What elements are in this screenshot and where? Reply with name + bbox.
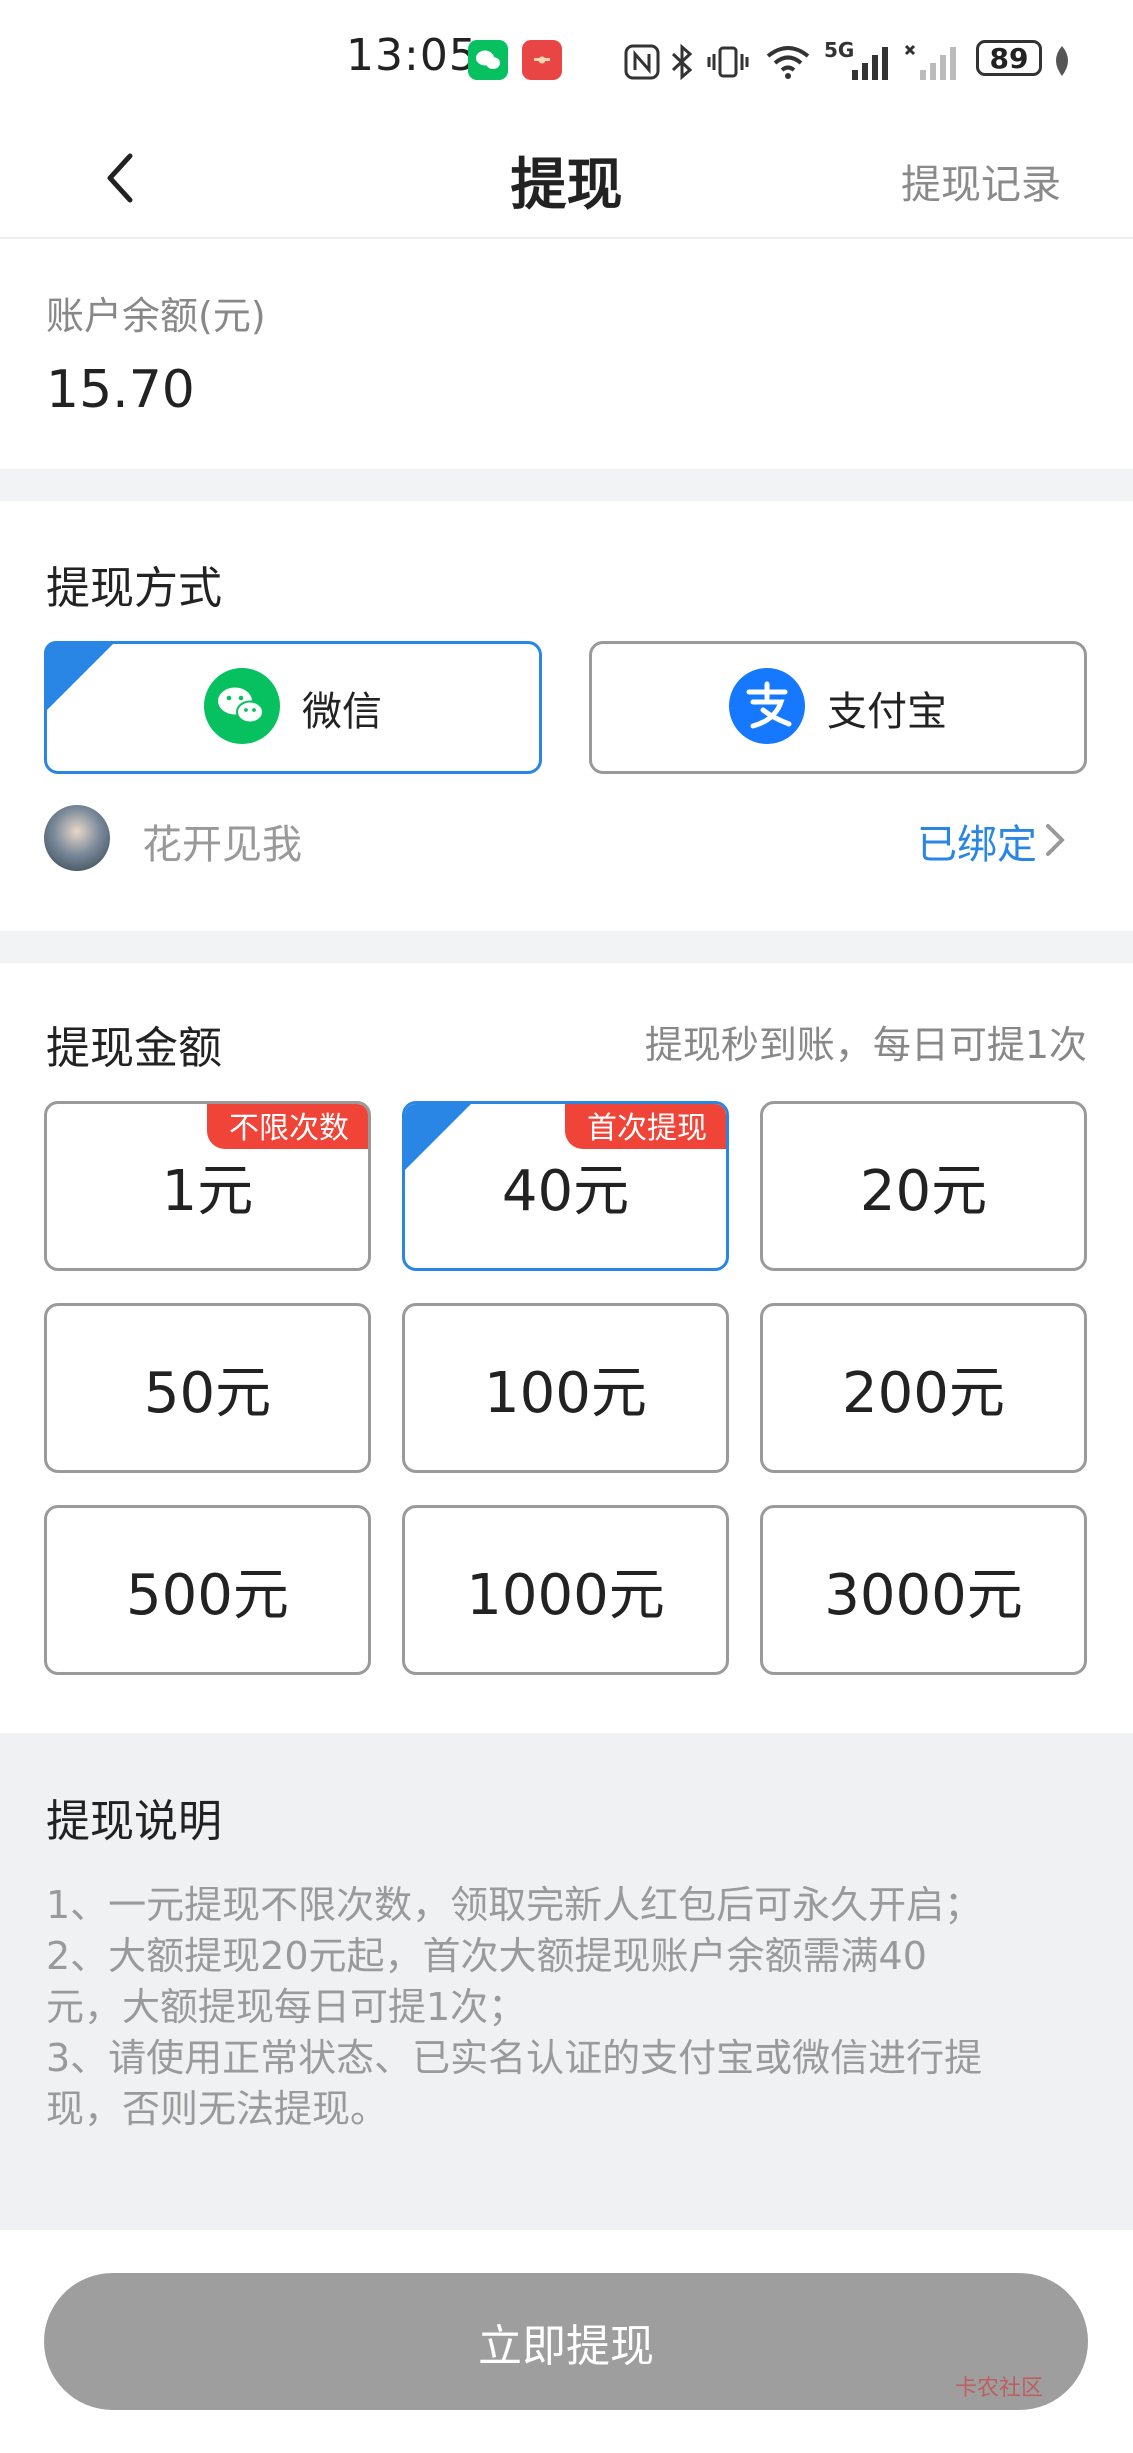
bound-status-link[interactable]: 已绑定	[917, 812, 1037, 870]
status-bar	[0, 0, 1133, 125]
explanation-line: 3、请使用正常状态、已实名认证的支付宝或微信进行提	[46, 2036, 983, 2080]
explanation-title: 提现说明	[46, 1796, 222, 1847]
amount-option-1[interactable]: 不限次数 1元	[44, 1101, 371, 1271]
amount-value: 1000元	[466, 1562, 665, 1628]
check-icon	[408, 1172, 445, 1209]
method-title: 提现方式	[46, 563, 222, 614]
explanation-line: 元，大额提现每日可提1次；	[46, 1985, 527, 2029]
amount-value: 20元	[859, 1158, 988, 1224]
status-time: 13:05	[346, 30, 478, 81]
selected-corner	[44, 641, 116, 749]
amount-option-40[interactable]: 首次提现 40元	[402, 1101, 729, 1271]
withdraw-records-link[interactable]: 提现记录	[901, 152, 1061, 210]
signal-2-icon	[904, 42, 962, 86]
explanation-line: 2、大额提现20元起，首次大额提现账户余额需满40	[46, 1934, 927, 1978]
signal-icon	[850, 42, 894, 86]
method-wechat-option[interactable]: 微信	[44, 641, 542, 774]
watermark: 卡农社区	[955, 2376, 1044, 2401]
amount-value: 50元	[143, 1360, 272, 1426]
method-alipay-label: 支付宝	[827, 688, 947, 735]
explanation-text: 1、一元提现不限次数，领取完新人红包后可永久开启； 2、大额提现20元起，首次大…	[46, 1880, 1086, 2135]
explanation-line: 1、一元提现不限次数，领取完新人红包后可永久开启；	[46, 1883, 983, 1927]
wechat-icon	[204, 667, 280, 748]
amount-option-20[interactable]: 20元	[760, 1101, 1087, 1271]
chevron-right-icon[interactable]	[1040, 820, 1070, 860]
wechat-notification-icon	[468, 40, 508, 80]
check-icon	[50, 712, 87, 749]
amount-hint: 提现秒到账，每日可提1次	[644, 1023, 1087, 1067]
balance-label: 账户余额(元)	[46, 294, 266, 338]
alipay-icon	[729, 667, 805, 748]
amount-tag: 不限次数	[207, 1104, 368, 1149]
battery-saver-leaf-icon	[1050, 44, 1074, 82]
amount-option-200[interactable]: 200元	[760, 1303, 1087, 1473]
amount-option-500[interactable]: 500元	[44, 1505, 371, 1675]
amount-value: 200元	[842, 1360, 1005, 1426]
avatar	[44, 805, 110, 871]
method-alipay-option[interactable]: 支付宝	[589, 641, 1087, 774]
battery-indicator: 89	[976, 40, 1042, 76]
method-wechat-label: 微信	[302, 688, 382, 735]
amount-value: 40元	[501, 1158, 630, 1224]
amount-option-50[interactable]: 50元	[44, 1303, 371, 1473]
section-divider	[0, 931, 1133, 963]
amount-option-1000[interactable]: 1000元	[402, 1505, 729, 1675]
amount-value: 1元	[161, 1158, 254, 1224]
amount-value: 100元	[484, 1360, 647, 1426]
vibrate-icon	[706, 42, 750, 86]
redpacket-notification-icon	[522, 40, 562, 80]
withdraw-now-button[interactable]: 立即提现	[44, 2273, 1088, 2410]
amount-option-3000[interactable]: 3000元	[760, 1505, 1087, 1675]
amount-title: 提现金额	[46, 1023, 222, 1074]
amount-value: 500元	[126, 1562, 289, 1628]
explanation-line: 现，否则无法提现。	[46, 2087, 389, 2131]
wifi-icon	[764, 42, 812, 86]
balance-value: 15.70	[46, 360, 195, 420]
amount-tag: 首次提现	[565, 1104, 726, 1149]
bluetooth-icon	[668, 42, 696, 86]
amount-option-100[interactable]: 100元	[402, 1303, 729, 1473]
account-nickname: 花开见我	[142, 822, 302, 868]
selected-corner	[405, 1104, 474, 1209]
nfc-icon	[622, 42, 662, 86]
amount-value: 3000元	[824, 1562, 1023, 1628]
section-divider	[0, 469, 1133, 501]
